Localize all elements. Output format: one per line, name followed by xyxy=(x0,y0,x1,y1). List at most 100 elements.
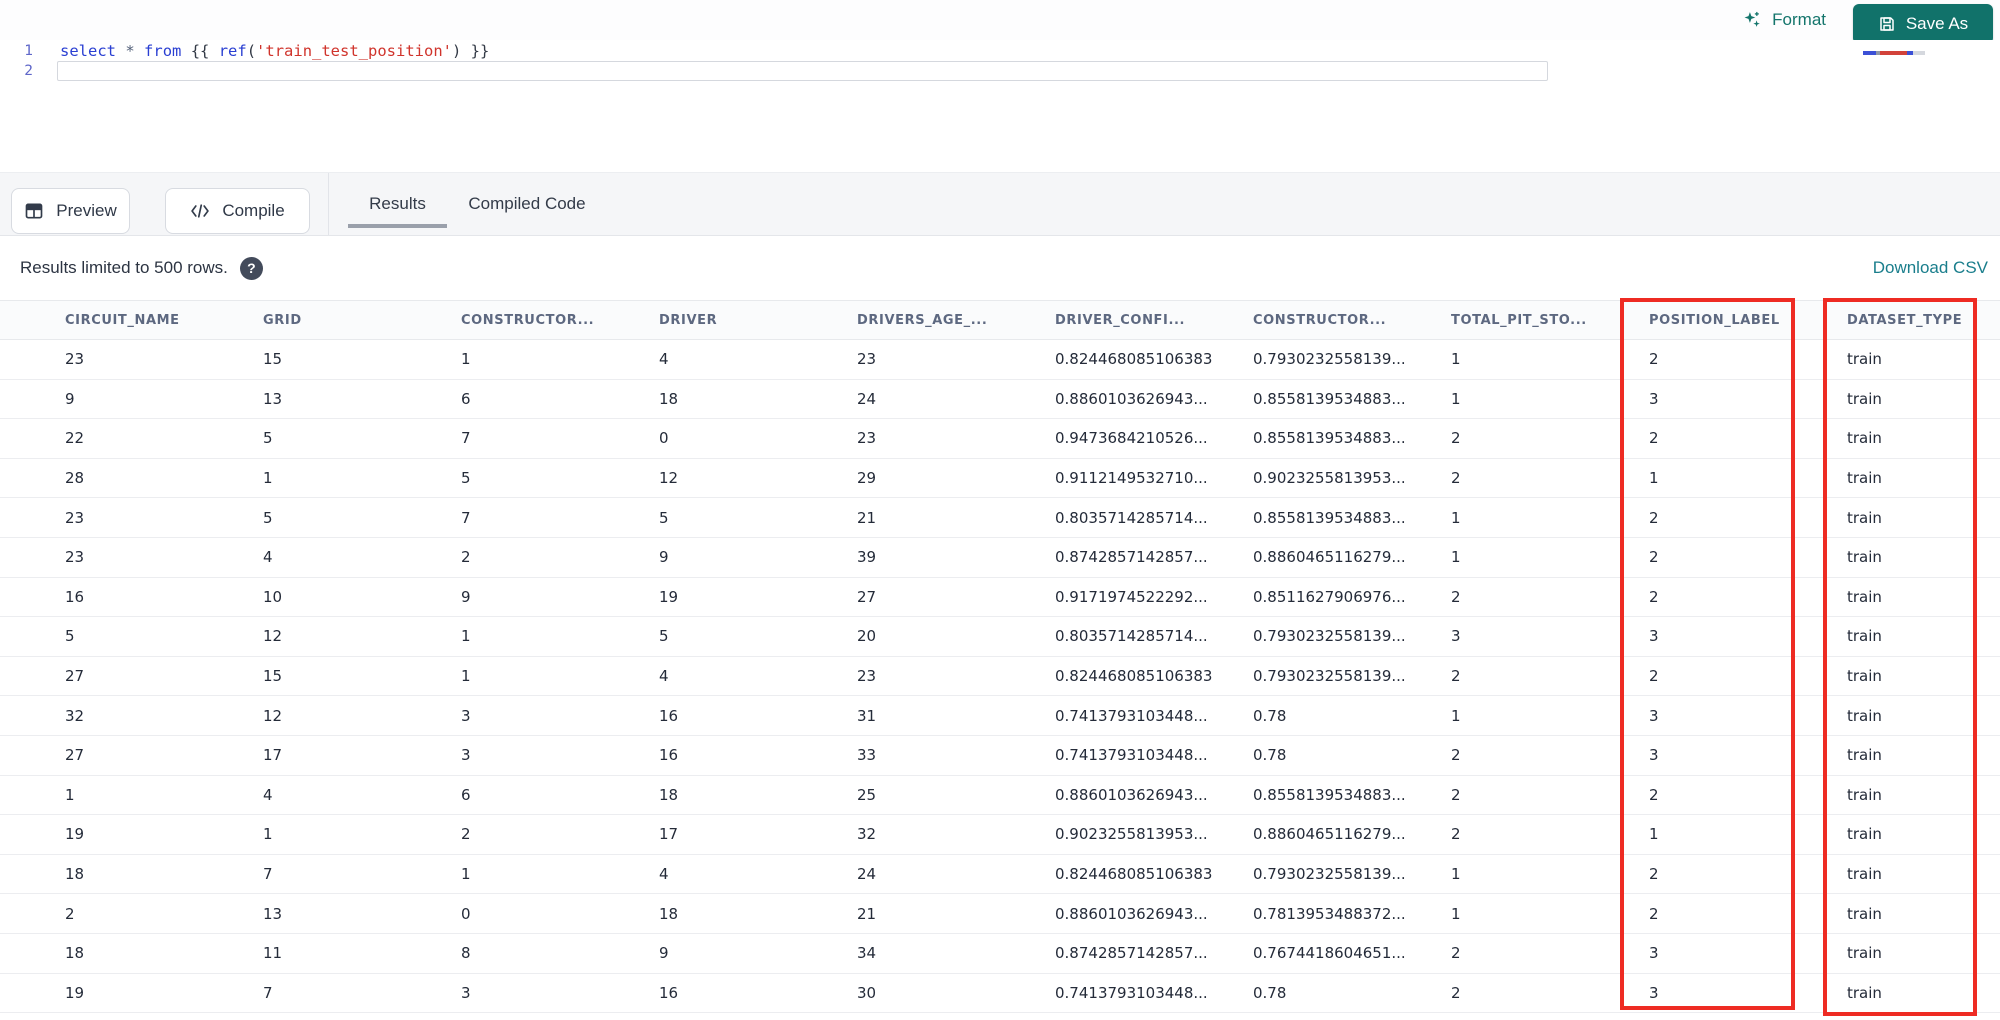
table-cell: 0.9473684210526... xyxy=(1055,429,1208,448)
table-cell: 2 xyxy=(1649,785,1659,804)
table-cell: 0 xyxy=(659,429,669,448)
table-cell: 23 xyxy=(857,429,877,448)
table-cell: 23 xyxy=(857,667,877,686)
table-cell: 10 xyxy=(263,587,283,606)
compile-button[interactable]: Compile xyxy=(165,188,310,234)
code-text: select * from {{ ref('train_test_positio… xyxy=(60,42,490,60)
table-cell: 12 xyxy=(263,627,283,646)
column-header: GRID xyxy=(263,312,302,328)
table-cell: 0.8860465116279... xyxy=(1253,548,1406,567)
table-cell: 7 xyxy=(263,983,273,1002)
table-cell: 1 xyxy=(1451,389,1461,408)
table-cell: 24 xyxy=(857,389,877,408)
column-header: TOTAL_PIT_STO... xyxy=(1451,312,1587,328)
table-cell: train xyxy=(1847,627,1882,646)
table-cell: 1 xyxy=(1451,904,1461,923)
download-csv-link[interactable]: Download CSV xyxy=(1873,236,1988,300)
table-cell: 6 xyxy=(461,389,471,408)
table-cell: train xyxy=(1847,548,1882,567)
table-cell: 16 xyxy=(659,706,679,725)
results-info-bar: Results limited to 500 rows. ? Download … xyxy=(0,236,2000,300)
table-cell: 0.9023255813953... xyxy=(1055,825,1208,844)
tab-compiled-code[interactable]: Compiled Code xyxy=(457,173,597,235)
table-cell: 2 xyxy=(1649,508,1659,527)
format-button[interactable]: Format xyxy=(1742,0,1826,40)
table-cell: 2 xyxy=(1649,865,1659,884)
table-cell: train xyxy=(1847,706,1882,725)
table-cell: 7 xyxy=(263,865,273,884)
table-cell: 3 xyxy=(1649,706,1659,725)
column-header: CONSTRUCTOR... xyxy=(1253,312,1387,328)
table-cell: 2 xyxy=(461,548,471,567)
table-cell: 16 xyxy=(65,587,85,606)
table-cell: 2 xyxy=(1649,350,1659,369)
editor-topbar: Format Save As xyxy=(0,0,2000,44)
table-cell: 9 xyxy=(659,944,669,963)
table-cell: 27 xyxy=(65,667,85,686)
table-cell: 39 xyxy=(857,548,877,567)
table-cell: 1 xyxy=(1451,508,1461,527)
table-row: 23 15 1 4 23 0.824468085106383 0.7930232558139… xyxy=(0,340,2000,380)
results-limit-text: Results limited to 500 rows. xyxy=(20,258,228,277)
table-cell: 21 xyxy=(857,904,877,923)
table-cell: train xyxy=(1847,389,1882,408)
table-cell: 3 xyxy=(1649,389,1659,408)
table-cell: 2 xyxy=(1451,944,1461,963)
table-row: 2 13 0 18 21 0.8860103626943... 0.781395348837… xyxy=(0,894,2000,934)
table-cell: train xyxy=(1847,944,1882,963)
table-cell: 23 xyxy=(857,350,877,369)
table-cell: 0.8035714285714... xyxy=(1055,508,1208,527)
table-cell: 0.8860103626943... xyxy=(1055,904,1208,923)
table-body: 23 15 1 4 23 0.824468085106383 0.7930232558139… xyxy=(0,340,2000,1014)
table-cell: 0.9112149532710... xyxy=(1055,469,1208,488)
table-cell: 5 xyxy=(659,508,669,527)
table-cell: 18 xyxy=(659,785,679,804)
table-cell: 1 xyxy=(461,627,471,646)
editor-active-line[interactable] xyxy=(57,61,1548,81)
table-cell: 2 xyxy=(1451,429,1461,448)
table-cell: train xyxy=(1847,667,1882,686)
table-cell: 0.8558139534883... xyxy=(1253,785,1406,804)
table-cell: 3 xyxy=(461,983,471,1002)
help-icon[interactable]: ? xyxy=(239,256,263,280)
table-cell: 0.7413793103448... xyxy=(1055,746,1208,765)
table-cell: 3 xyxy=(1649,944,1659,963)
table-cell: 0.7930232558139... xyxy=(1253,667,1406,686)
table-cell: 23 xyxy=(65,548,85,567)
table-cell: 1 xyxy=(65,785,75,804)
save-as-label: Save As xyxy=(1905,14,1969,33)
code-editor[interactable]: 1 select * from {{ ref('train_test_positi… xyxy=(0,40,2000,172)
table-cell: 2 xyxy=(1451,667,1461,686)
table-cell: 8 xyxy=(461,944,471,963)
table-cell: 1 xyxy=(1649,469,1659,488)
table-row: 16 10 9 19 27 0.9171974522292... 0.85116279069… xyxy=(0,577,2000,618)
table-cell: 0.824468085106383 xyxy=(1055,667,1213,686)
table-cell: 2 xyxy=(1649,667,1659,686)
table-cell: 32 xyxy=(65,706,85,725)
results-toolbar: Preview Compile Results Compiled Code xyxy=(0,172,2000,236)
save-as-button[interactable]: Save As xyxy=(1853,4,1993,44)
table-cell: train xyxy=(1847,508,1882,527)
table-cell: train xyxy=(1847,350,1882,369)
table-cell: 5 xyxy=(263,508,273,527)
editor-minimap[interactable] xyxy=(1863,51,1925,55)
table-cell: 0.7813953488372... xyxy=(1253,904,1406,923)
table-row: 27 17 3 16 33 0.7413793103448... 0.78 2 3 train xyxy=(0,735,2000,776)
table-cell: 0.7930232558139... xyxy=(1253,865,1406,884)
table-cell: 19 xyxy=(65,825,85,844)
table-cell: 23 xyxy=(65,508,85,527)
table-cell: 12 xyxy=(263,706,283,725)
table-row: 19 1 2 17 32 0.9023255813953... 0.886046511627… xyxy=(0,815,2000,855)
table-cell: 4 xyxy=(659,350,669,369)
table-cell: 4 xyxy=(263,785,273,804)
preview-button[interactable]: Preview xyxy=(11,188,130,234)
toolbar-divider xyxy=(328,173,329,235)
table-cell: 30 xyxy=(857,983,877,1002)
table-cell: 0.78 xyxy=(1253,706,1287,725)
table-row: 18 7 1 4 24 0.824468085106383 0.7930232558139.… xyxy=(0,854,2000,895)
table-cell: 31 xyxy=(857,706,877,725)
table-cell: 2 xyxy=(1649,548,1659,567)
table-cell: 2 xyxy=(1451,587,1461,606)
table-cell: 0 xyxy=(461,904,471,923)
table-cell: 0.7930232558139... xyxy=(1253,627,1406,646)
